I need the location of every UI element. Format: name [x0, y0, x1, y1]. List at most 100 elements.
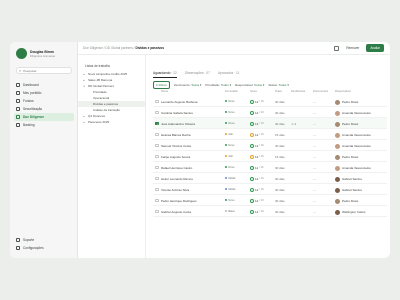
table-row[interactable]: Gabriel Augusto Costa Baixo 12/ 16 30 dias —… [153, 206, 387, 217]
wallet-icon [16, 98, 20, 103]
chevron-icon: ▸ [83, 78, 85, 82]
avatar [335, 99, 340, 105]
score-total: / 16 [259, 177, 264, 181]
column-responsavel[interactable]: Responsável [335, 90, 351, 93]
tab-aguardando[interactable]: Aguardando · 22 [153, 71, 177, 78]
tree-items: ▸ Nova campanha crédito 2025 ▸ Sales 4B Ram… [78, 71, 145, 125]
sidebar-item-grid[interactable]: Dashboard [14, 81, 74, 89]
table-row[interactable]: Carolina Isabela Santos Novo 12/ 16 30 dias… [153, 107, 387, 118]
evaluate-button[interactable]: Avaliar [366, 44, 384, 52]
table-row[interactable]: Felipe Augusto Souza Alto 12/ 16 15 dias — Pe… [153, 151, 387, 162]
status-label: Alto [228, 132, 233, 136]
assignee[interactable]: Amanda Vasconcelos [335, 132, 371, 138]
table-row[interactable]: Samuel Vinicius Costa Novo 12/ 16 30 dias — A… [153, 140, 387, 151]
tree-item-label: Análise da transição [93, 108, 121, 112]
breadcrumb-path[interactable]: Due Diligence / DD Global partners / [83, 46, 135, 50]
sidebar-item-wallet[interactable]: Fundos [14, 97, 74, 105]
row-checkbox[interactable] [155, 99, 159, 104]
column-prazo[interactable]: Prazo [275, 90, 282, 93]
column-score[interactable]: Score [250, 90, 257, 93]
table-row[interactable]: Heloisa Bianca Rocha Alto 12/ 16 15 dias — Am… [153, 129, 387, 140]
filters-button[interactable]: ≡ Filtros [153, 81, 170, 89]
worklist-tree: Listas de trabalho ▸ Nova campanha crédit… [78, 55, 146, 258]
table-row[interactable]: José Adamantino Oliveira Novo 13/ 16 30 dia… [153, 118, 387, 129]
sidebar-item-settings[interactable]: Configurações [14, 244, 74, 252]
column-status[interactable]: Formulário [225, 90, 238, 93]
tab-observações[interactable]: Observações · 07 [185, 71, 210, 78]
column-name[interactable]: Nome [161, 90, 168, 93]
filter-value: Todos [191, 82, 200, 87]
row-checkbox[interactable] [155, 154, 159, 159]
row-checkbox[interactable] [155, 187, 159, 192]
table-row[interactable]: Heitor Leonardo Ramos Médio 12/ 16 30 dias —… [153, 173, 387, 184]
sidebar-item-label: Securitização [23, 107, 43, 112]
avatar [335, 121, 340, 127]
filter-value: Todos [278, 82, 287, 87]
status-badge: Novo [225, 100, 234, 103]
sidebar-item-folder[interactable]: Meu portfólio [14, 89, 74, 97]
filter-dropdown[interactable]: Vencimento: Todos ▾ [174, 83, 202, 87]
row-checkbox[interactable] [155, 198, 159, 203]
table-row[interactable]: Pedro Henrique Rodrigues Novo 12/ 16 30 dia… [153, 195, 387, 206]
row-checkbox[interactable] [155, 132, 159, 137]
assignee[interactable]: Gabriel Santos [335, 187, 362, 193]
filter-label: Responsável: [235, 82, 254, 87]
row-checkbox[interactable] [155, 209, 159, 214]
score-total: / 16 [259, 188, 264, 192]
row-checkbox[interactable] [155, 165, 159, 170]
remove-button[interactable]: Remover [343, 45, 362, 52]
sidebar-item-shield[interactable]: Due Diligence [14, 113, 74, 121]
deadline: 30 dias [275, 99, 285, 104]
table-body: Leonardo Augusto Barbosa Novo 12/ 16 30 dia… [153, 96, 387, 217]
assignee[interactable]: Wellington Carlos [335, 209, 365, 215]
assignee[interactable]: Amanda Vasconcelos [335, 143, 371, 149]
avatar [335, 198, 340, 204]
tree-item-label: DD Global Partners [88, 84, 115, 88]
sidebar-item-help[interactable]: Suporte [14, 236, 74, 244]
workspace-switcher[interactable]: Douglas Bimm Diligentes Humanas [16, 48, 55, 59]
calendar-icon[interactable] [334, 45, 340, 51]
score-cell: 12/ 16 [250, 154, 264, 159]
status-badge: Novo [225, 144, 234, 147]
documents-cell: — [313, 154, 316, 159]
table-row[interactable]: Leonardo Augusto Barbosa Novo 12/ 16 30 dia… [153, 96, 387, 107]
score-value: 12 [255, 110, 259, 115]
column-documentos[interactable]: Documentos [313, 90, 328, 93]
row-checkbox[interactable] [155, 143, 159, 148]
sidebar-item-layers[interactable]: Securitização [14, 105, 74, 113]
deadline: 30 dias [275, 165, 285, 170]
filter-dropdown[interactable]: Prioridade: Todos ▾ [205, 83, 231, 87]
tab-aprovados[interactable]: Aprovados · 11 [218, 71, 239, 78]
filter-dropdown[interactable]: Status: Todos ▾ [268, 83, 288, 87]
filter-value: Todos [220, 82, 229, 87]
filter-label: Prioridade: [205, 82, 220, 87]
tree-item-label: Sales 4B Ramona [88, 78, 113, 82]
table-row[interactable]: Rafael Henrique Castro Novo 11/ 16 30 dias —… [153, 162, 387, 173]
filter-label: Status: [268, 82, 278, 87]
tree-item[interactable]: ▸ Pareceres 2025 [78, 119, 145, 125]
assignee[interactable]: Pedro Rossi [335, 121, 358, 127]
column-pendencias[interactable]: Pendências [291, 90, 305, 93]
row-checkbox[interactable] [155, 110, 159, 115]
filter-dropdown[interactable]: Responsável: Todos ▾ [235, 83, 264, 87]
tree-item-label: Operacional [93, 96, 110, 100]
table-row[interactable]: Vicente Antônio Silva Médio 12/ 16 30 dias —… [153, 184, 387, 195]
deadline: 30 dias [275, 121, 285, 126]
assignee[interactable]: Pedro Rossi [335, 198, 358, 204]
progress-ring-icon [250, 99, 254, 104]
status-badge: Novo [225, 199, 234, 202]
assignee[interactable]: Pedro Rossi [335, 154, 358, 160]
search-input[interactable] [23, 68, 68, 73]
assignee[interactable]: Amanda Vasconcelos [335, 110, 371, 116]
sidebar-search[interactable]: ⌕ [16, 67, 72, 74]
assignee[interactable]: Amanda Vasconcelos [335, 165, 371, 171]
row-checkbox[interactable] [155, 176, 159, 181]
deadline: 15 dias [275, 132, 285, 137]
row-checkbox[interactable] [155, 121, 159, 125]
sidebar: Douglas Bimm Diligentes Humanas ⌕ Dashbo… [10, 42, 78, 258]
sidebar-item-bank[interactable]: Banking [14, 121, 74, 129]
assignee[interactable]: Gabriel Santos [335, 176, 362, 182]
tree-title: Listas de trabalho [85, 64, 111, 68]
assignee[interactable]: Pedro Rossi [335, 99, 358, 105]
avatar [335, 154, 340, 160]
